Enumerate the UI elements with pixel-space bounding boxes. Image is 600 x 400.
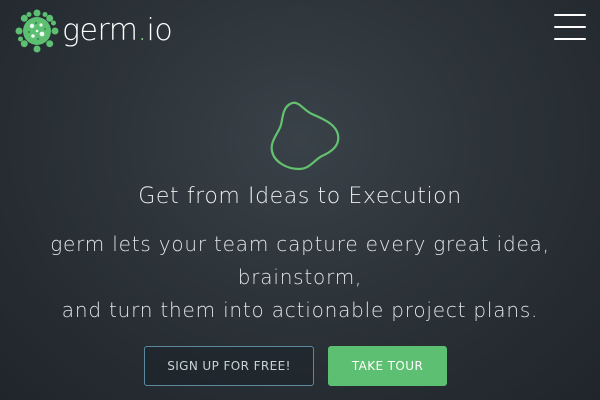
top-header: germ.io bbox=[0, 0, 600, 60]
sign-up-button[interactable]: SIGN UP FOR FREE! bbox=[144, 346, 314, 386]
menu-line bbox=[554, 38, 586, 40]
germ-icon bbox=[15, 9, 59, 53]
hamburger-menu-icon[interactable] bbox=[554, 14, 586, 40]
logo-name: germ bbox=[62, 13, 138, 48]
logo-dot: . bbox=[137, 13, 148, 48]
logo-tld: io bbox=[146, 13, 173, 48]
menu-line bbox=[554, 26, 586, 28]
hero-description: germ lets your team capture every great … bbox=[40, 228, 560, 327]
logo-text: germ.io bbox=[62, 8, 173, 54]
blob-outline-icon bbox=[270, 101, 340, 171]
hero-text-line: brainstorm, bbox=[237, 265, 363, 289]
hero-text-line: germ lets your team capture every great … bbox=[50, 232, 550, 256]
logo-link[interactable]: germ.io bbox=[14, 8, 173, 54]
take-tour-button[interactable]: TAKE TOUR bbox=[328, 346, 447, 386]
menu-line bbox=[554, 14, 586, 16]
hero-title: Get from Ideas to Execution bbox=[138, 184, 462, 209]
hero-text-line: and turn them into actionable project pl… bbox=[61, 298, 539, 322]
